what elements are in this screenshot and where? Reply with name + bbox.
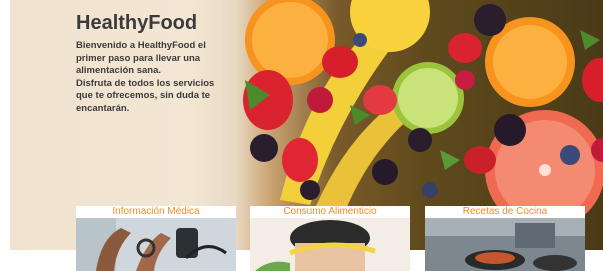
intro-line: encantarán. [76,102,130,114]
card-title: Información Médica [76,206,236,218]
intro-line: Bienvenido a HealthyFood el [76,40,206,51]
intro-line: alimentación sana. [76,65,162,76]
medical-image [76,218,236,271]
card-recetas-de-cocina[interactable]: Recetas de Cocina [425,206,585,271]
card-title: Consumo Alimenticio [250,206,410,218]
intro-text: Bienvenido a HealthyFood el primer paso … [76,40,251,115]
brand-title: HealthyFood [76,12,198,34]
diet-image [250,218,410,271]
card-consumo-alimenticio[interactable]: Consumo Alimenticio [250,206,410,271]
cooking-image [425,218,585,271]
intro-line: que te ofrecemos, sin duda te [76,90,211,101]
card-informacion-medica[interactable]: Información Médica [76,206,236,271]
intro-line: primer paso para llevar una [76,52,201,64]
intro-line: Disfruta de todos los servicios [76,77,215,89]
card-title: Recetas de Cocina [425,206,585,218]
